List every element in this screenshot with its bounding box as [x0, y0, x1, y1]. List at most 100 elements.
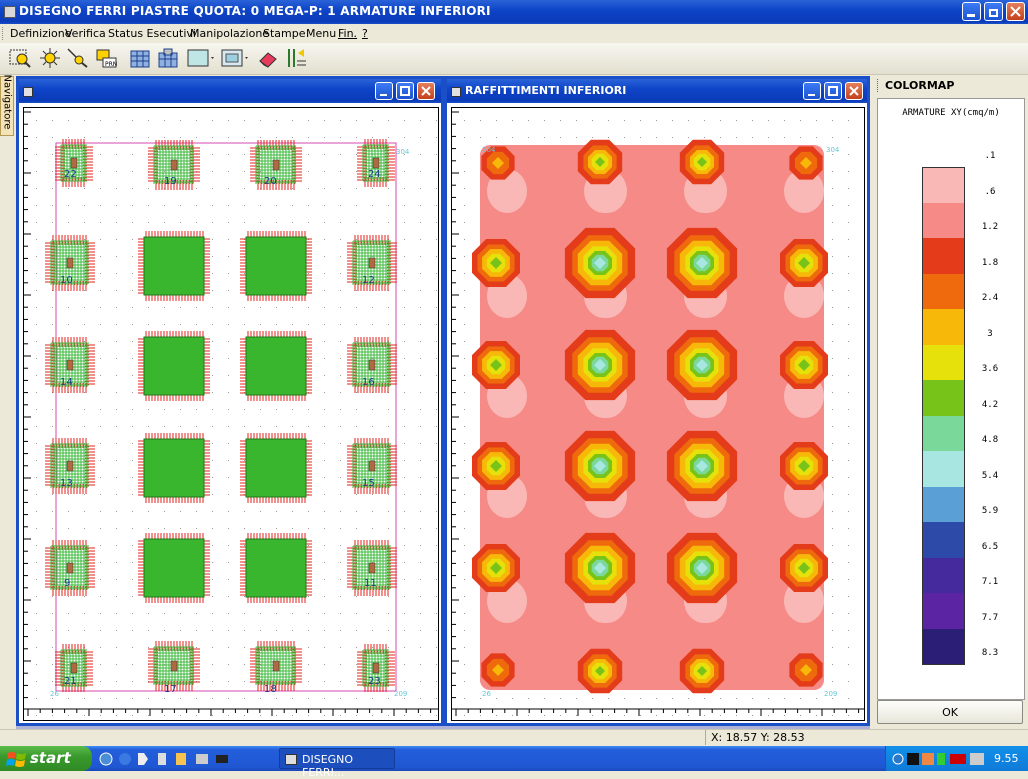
- grid-dot: [464, 426, 465, 427]
- grid-dot: [180, 409, 181, 410]
- windows-logo-icon: [6, 752, 26, 767]
- grid-dot: [436, 647, 437, 648]
- plate-fill: [143, 336, 205, 396]
- grid-dot: [84, 511, 85, 512]
- grid-dot: [36, 205, 37, 206]
- grid-dot: [576, 120, 577, 121]
- grid-dot: [404, 307, 405, 308]
- child-maximize-button[interactable]: [396, 82, 414, 100]
- grid-dot: [212, 664, 213, 665]
- grid-dot: [196, 647, 197, 648]
- grid-dot: [512, 137, 513, 138]
- mdi-workspace: 26 209 304 22 19 20 24 10 12 14 16 13 15 9 11 21 17 18 23 …: [16, 76, 870, 729]
- grid-dot: [848, 341, 849, 342]
- menu-status-esecutivi[interactable]: Status Esecutivi: [108, 27, 196, 40]
- child-minimize-button[interactable]: [803, 82, 821, 100]
- app-title-bar: DISEGNO FERRI PIASTRE QUOTA: 0 MEGA-P: 1…: [0, 0, 1028, 24]
- contour-window[interactable]: RAFFITTIMENTI INFERIORI 304 26 209 304: [444, 76, 870, 726]
- grid-dot: [212, 477, 213, 478]
- contour-base: [480, 145, 824, 690]
- plate: [240, 533, 312, 603]
- grid-dot: [404, 681, 405, 682]
- grid-dot: [116, 256, 117, 257]
- grid-dot: [752, 698, 753, 699]
- grid-dot: [404, 392, 405, 393]
- grid-dot: [260, 222, 261, 223]
- select-point-icon[interactable]: [38, 47, 62, 69]
- grid-dot: [436, 307, 437, 308]
- window-icon[interactable]: [23, 87, 33, 97]
- plates-canvas[interactable]: 26 209 304 22 19 20 24 10 12 14 16 13 15 9 11 21 17 18 23: [23, 107, 439, 721]
- grid-dot: [356, 630, 357, 631]
- slab-outline: [55, 142, 397, 692]
- child-close-button[interactable]: [845, 82, 863, 100]
- navigator-tab[interactable]: Navigatore: [0, 75, 14, 136]
- contour-canvas[interactable]: 304 26 209 304: [451, 107, 865, 721]
- menu-stampe[interactable]: Stampe: [263, 27, 306, 40]
- grid-dot: [100, 137, 101, 138]
- grid-dot: [356, 324, 357, 325]
- reinforcement-icon[interactable]: PRN: [94, 47, 118, 69]
- grid-dot: [132, 715, 133, 716]
- grid-dot: [260, 307, 261, 308]
- grid-dot: [260, 171, 261, 172]
- grid-dot: [116, 341, 117, 342]
- grid-dot: [372, 494, 373, 495]
- child-maximize-button[interactable]: [824, 82, 842, 100]
- menu-definizione[interactable]: Definizione: [10, 27, 72, 40]
- dimension-icon[interactable]: [284, 47, 308, 69]
- colormap-label: 5.4: [981, 470, 999, 481]
- eraser-icon[interactable]: [256, 47, 280, 69]
- taskbar-item-disegno[interactable]: DISEGNO FERRI...: [279, 748, 395, 779]
- grid-dot: [36, 647, 37, 648]
- grid-dot: [480, 715, 481, 716]
- grid-dot: [480, 120, 481, 121]
- app-icon[interactable]: [4, 6, 16, 18]
- grid-dot: [36, 375, 37, 376]
- grid-dot: [84, 409, 85, 410]
- menu-fin[interactable]: Fin.: [338, 27, 357, 40]
- grid-dot: [52, 222, 53, 223]
- grid-dot: [436, 460, 437, 461]
- menu-verifica[interactable]: Verifica: [65, 27, 106, 40]
- menu-help[interactable]: ?: [362, 27, 368, 40]
- grid-dot: [832, 273, 833, 274]
- start-button[interactable]: start: [0, 746, 92, 771]
- restore-button[interactable]: [984, 2, 1003, 21]
- grid-dot: [736, 698, 737, 699]
- grid-dot: [196, 528, 197, 529]
- grid-dot: [324, 698, 325, 699]
- close-button[interactable]: [1006, 2, 1025, 21]
- grid-dot: [420, 324, 421, 325]
- grid-dot: [404, 596, 405, 597]
- window-icon[interactable]: [451, 87, 461, 97]
- building2-icon[interactable]: [156, 47, 180, 69]
- plates-drawing-window[interactable]: 26 209 304 22 19 20 24 10 12 14 16 13 15 9 11 21 17 18 23: [16, 76, 444, 726]
- select-line-icon[interactable]: [66, 47, 90, 69]
- grid-dot: [528, 715, 529, 716]
- grid-dot: [116, 358, 117, 359]
- grid-dot: [356, 511, 357, 512]
- grid-dot: [404, 460, 405, 461]
- child-minimize-button[interactable]: [375, 82, 393, 100]
- color-box-icon[interactable]: [186, 47, 216, 69]
- grid-dot: [196, 630, 197, 631]
- grid-dot: [308, 358, 309, 359]
- grid-dot: [84, 239, 85, 240]
- menu-menu[interactable]: Menu: [306, 27, 336, 40]
- child-close-button[interactable]: [417, 82, 435, 100]
- plate-label: 21: [64, 676, 77, 687]
- grid-dot: [116, 239, 117, 240]
- building-icon[interactable]: [128, 47, 152, 69]
- ok-button[interactable]: OK: [877, 700, 1023, 724]
- color-box2-icon[interactable]: [220, 47, 250, 69]
- select-rect-icon[interactable]: [8, 47, 32, 69]
- grid-dot: [116, 647, 117, 648]
- minimize-button[interactable]: [962, 2, 981, 21]
- menu-grip: [2, 27, 5, 40]
- grid-dot: [212, 647, 213, 648]
- menu-manipolazione[interactable]: Manipolazione: [190, 27, 269, 40]
- grid-dot: [436, 426, 437, 427]
- grid-dot: [704, 715, 705, 716]
- grid-dot: [340, 120, 341, 121]
